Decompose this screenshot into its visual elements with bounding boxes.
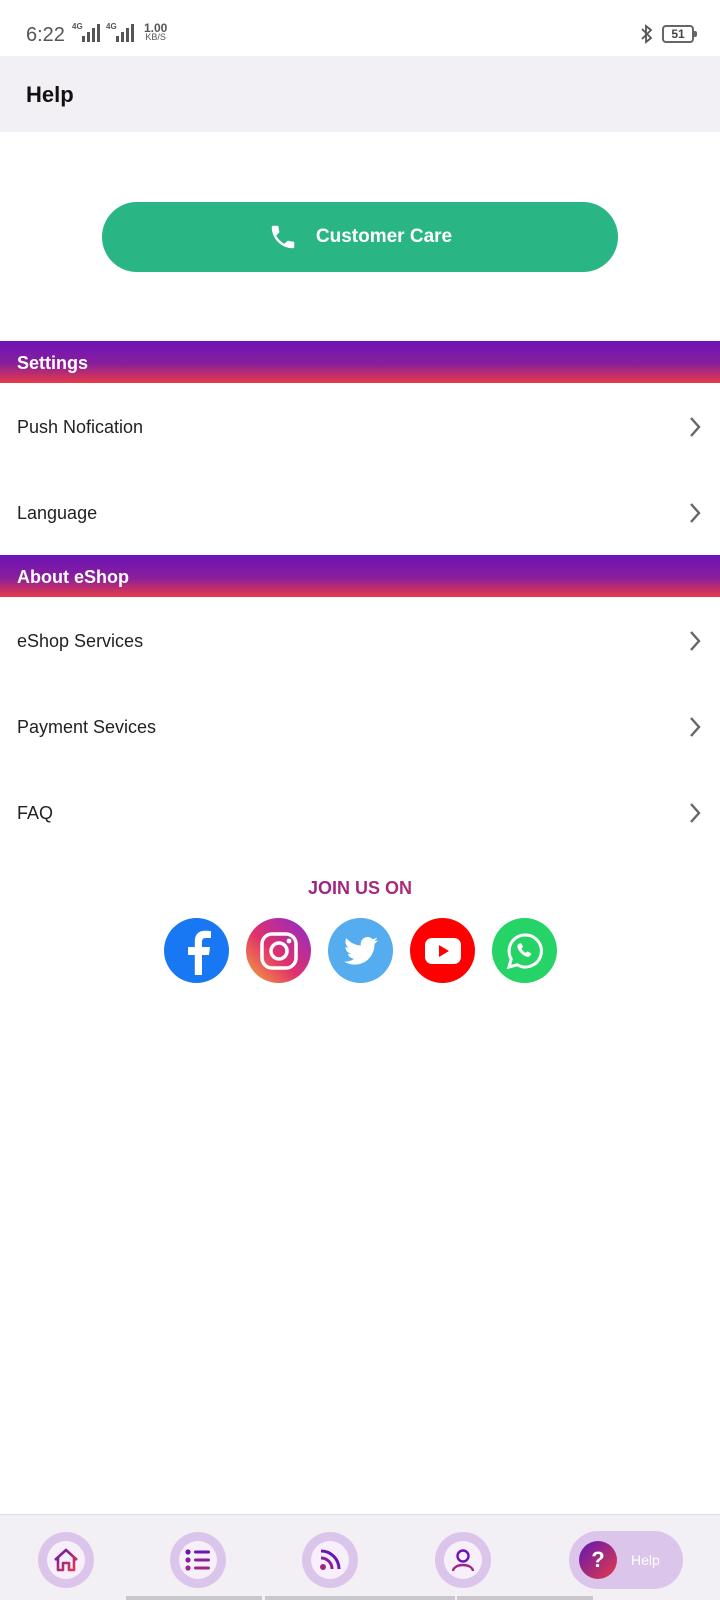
twitter-button[interactable] (328, 918, 393, 983)
bluetooth-icon (641, 24, 653, 44)
payment-services-row[interactable]: Payment Sevices (0, 684, 720, 770)
nav-categories-button[interactable] (170, 1532, 226, 1588)
status-right: 51 (640, 24, 697, 44)
home-icon (54, 1548, 78, 1572)
facebook-button[interactable] (164, 918, 229, 983)
instagram-button[interactable] (246, 918, 311, 983)
customer-care-button[interactable]: Customer Care (102, 202, 618, 272)
chevron-right-icon (690, 503, 701, 523)
instagram-icon (259, 931, 298, 970)
help-icon: ? (579, 1541, 617, 1579)
settings-section-header: Settings (0, 341, 720, 383)
bottom-nav: ? Help (0, 1514, 720, 1600)
status-time: 6:22 (26, 24, 65, 46)
language-row[interactable]: Language (0, 470, 720, 556)
list-icon (185, 1549, 210, 1571)
battery-icon: 51 (662, 25, 697, 43)
gesture-bar (126, 1596, 262, 1600)
nav-help-button[interactable]: ? Help (569, 1531, 683, 1589)
join-us-heading: JOIN US ON (0, 878, 720, 899)
nav-profile-button[interactable] (435, 1532, 491, 1588)
page-title: Help (26, 82, 74, 107)
chevron-right-icon (690, 417, 701, 437)
push-notification-row[interactable]: Push Nofication (0, 384, 720, 470)
nav-feed-button[interactable] (302, 1532, 358, 1588)
status-bar: 6:22 4G 4G 1.00 KB/S 51 (0, 0, 720, 56)
chevron-right-icon (690, 717, 701, 737)
row-label: Push Nofication (17, 416, 144, 437)
app-header: Help (0, 56, 720, 132)
youtube-button[interactable] (410, 918, 475, 983)
customer-care-label: Customer Care (315, 226, 453, 247)
faq-row[interactable]: FAQ (0, 770, 720, 856)
rss-icon (320, 1549, 341, 1570)
net-speed: 1.00 KB/S (144, 21, 168, 42)
row-label: FAQ (17, 802, 54, 823)
youtube-icon (424, 937, 461, 964)
row-label: Payment Sevices (17, 716, 157, 737)
gesture-bar (457, 1596, 593, 1600)
nav-home-button[interactable] (38, 1532, 94, 1588)
signal-icon: 4G (72, 22, 100, 42)
phone-icon (271, 225, 295, 249)
about-section-header: About eShop (0, 555, 720, 597)
row-label: Language (17, 502, 98, 523)
facebook-icon (187, 930, 211, 975)
eshop-services-row[interactable]: eShop Services (0, 598, 720, 684)
social-links (164, 918, 557, 983)
signal-indicators: 4G 4G 1.00 KB/S (72, 21, 168, 42)
whatsapp-button[interactable] (492, 918, 557, 983)
signal-icon: 4G (106, 22, 134, 42)
twitter-icon (343, 936, 378, 965)
whatsapp-icon (506, 932, 543, 969)
row-label: eShop Services (17, 630, 144, 651)
nav-help-label: Help (631, 1552, 660, 1568)
gesture-bar (265, 1596, 455, 1600)
chevron-right-icon (690, 631, 701, 651)
user-icon (451, 1549, 475, 1572)
chevron-right-icon (690, 803, 701, 823)
